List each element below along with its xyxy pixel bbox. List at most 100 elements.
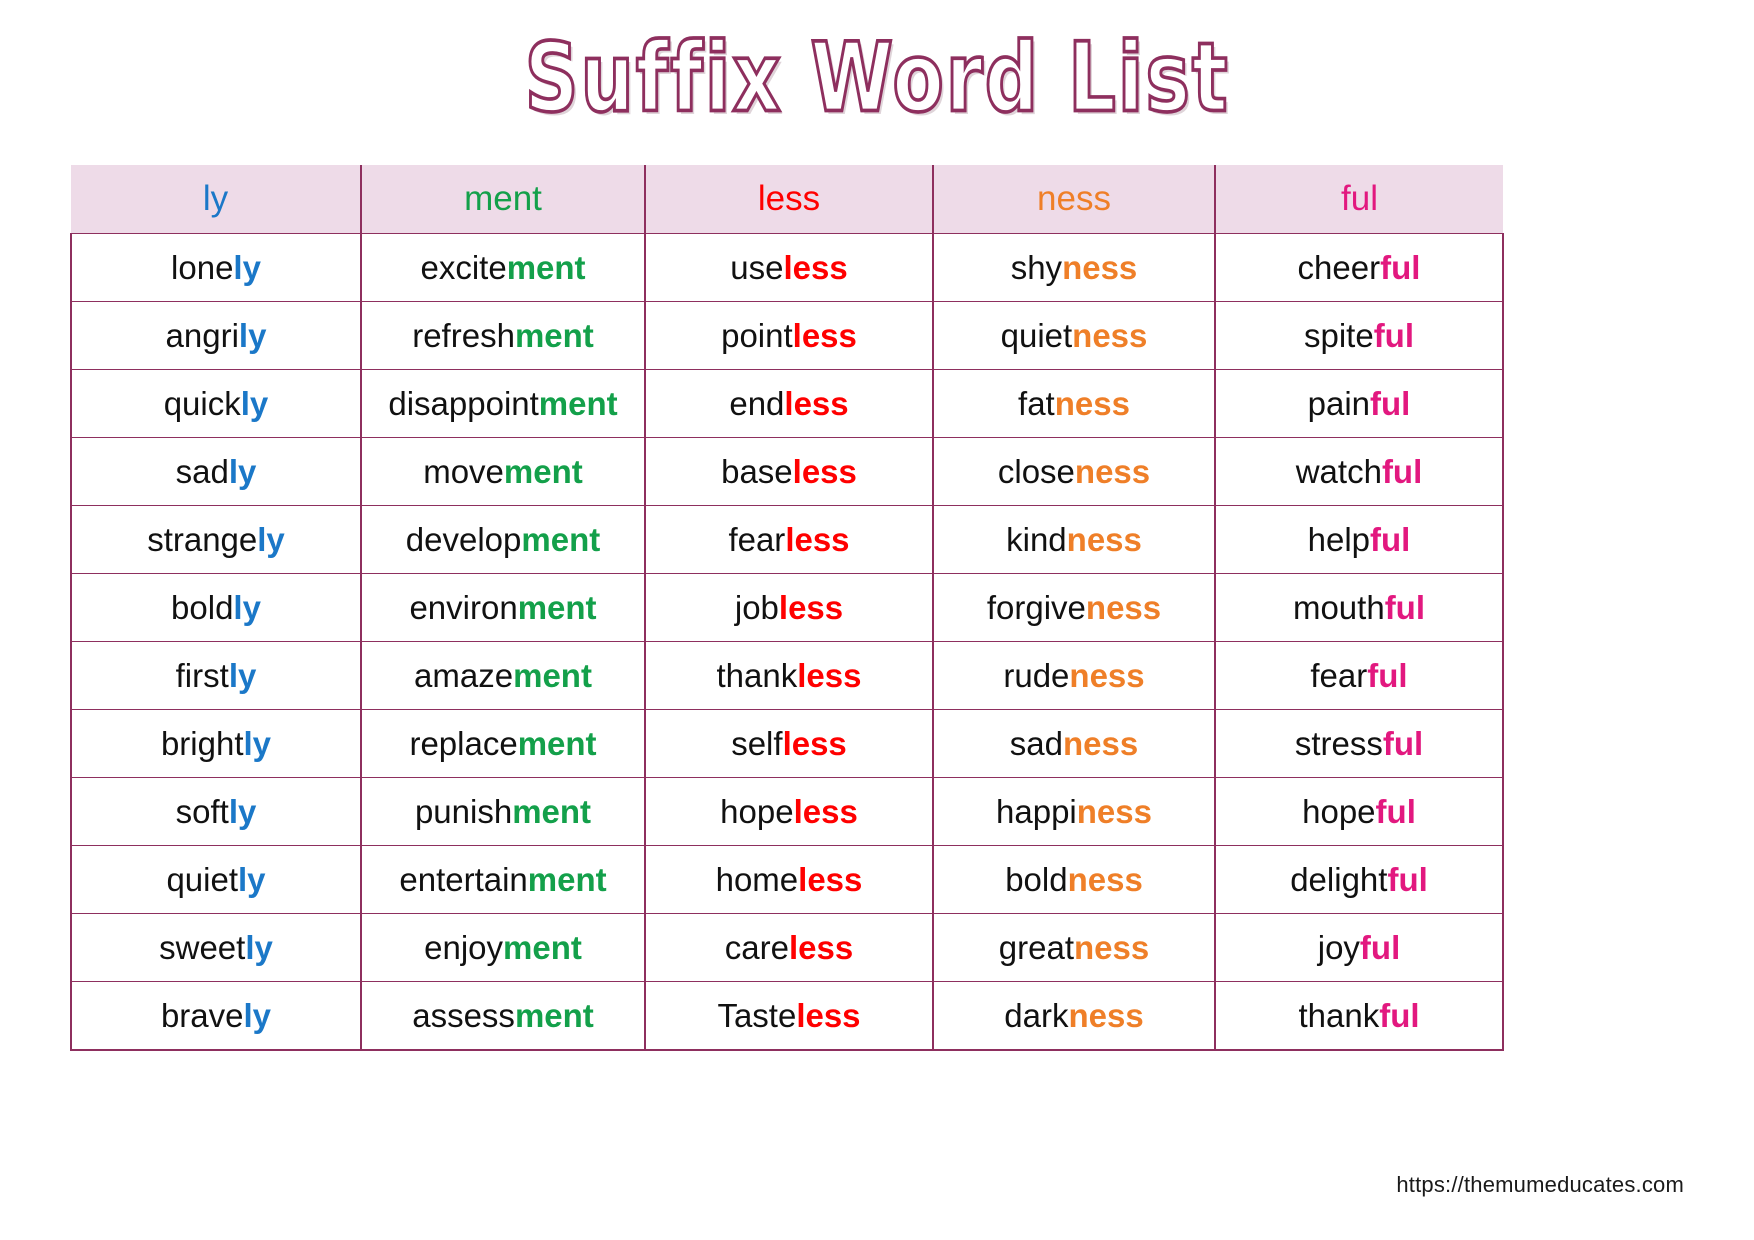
word-cell-ful: watchful: [1214, 437, 1504, 506]
word-suffix: ly: [243, 996, 272, 1034]
word-cell-ment: entertainment: [360, 845, 645, 914]
word-root: watch: [1295, 452, 1382, 490]
word-cell-ful: hopeful: [1214, 777, 1504, 846]
word-suffix: less: [792, 452, 857, 490]
word-root: spite: [1303, 316, 1374, 354]
word-suffix: ment: [521, 520, 601, 558]
word-suffix: ful: [1384, 588, 1426, 626]
word-cell-less: fearless: [644, 505, 933, 574]
word-suffix: ness: [1068, 996, 1144, 1034]
word-suffix: ly: [228, 656, 257, 694]
word-root: forgive: [986, 588, 1086, 626]
word-cell-ly: lonely: [70, 233, 361, 302]
word-suffix: ness: [1054, 384, 1130, 422]
word-root: cheer: [1297, 248, 1381, 286]
word-cell-ment: amazement: [360, 641, 645, 710]
word-root: lone: [171, 248, 234, 286]
word-suffix: ly: [228, 452, 257, 490]
column-header-less: less: [644, 165, 933, 234]
table-row: bravely assessment Tasteless darkness thankf…: [70, 981, 1504, 1051]
word-root: home: [715, 860, 799, 898]
word-root: bold: [171, 588, 234, 626]
word-cell-ness: closeness: [932, 437, 1215, 506]
word-root: mouth: [1292, 588, 1385, 626]
word-suffix: ment: [514, 316, 594, 354]
word-suffix: less: [778, 588, 844, 626]
column-header-ly: ly: [71, 165, 361, 234]
column-header-label: less: [757, 179, 821, 218]
word-root: fear: [728, 520, 786, 558]
word-cell-ly: sweetly: [70, 913, 361, 982]
word-root: soft: [175, 792, 229, 830]
word-cell-ment: disappointment: [360, 369, 645, 438]
table-row: boldly environment jobless forgiveness mouth…: [70, 573, 1504, 642]
word-cell-ment: development: [360, 505, 645, 574]
word-suffix: ness: [1062, 248, 1138, 286]
word-suffix: ness: [1074, 928, 1150, 966]
word-root: entertain: [399, 860, 528, 898]
word-suffix: ful: [1370, 520, 1411, 558]
word-root: replace: [409, 724, 518, 762]
column-header-ness: ness: [932, 165, 1215, 234]
word-root: shy: [1010, 248, 1063, 286]
word-suffix: less: [782, 724, 847, 762]
suffix-table-container: ly ment less ness ful lonely excitement useles…: [70, 165, 1504, 1051]
word-cell-ness: fatness: [932, 369, 1215, 438]
word-root: self: [731, 724, 783, 762]
worksheet-page: Suffix Word List ly ment less ness ful lonel…: [0, 0, 1754, 1240]
page-title-container: Suffix Word List: [0, 0, 1754, 135]
word-root: first: [175, 656, 229, 694]
word-suffix: ness: [1076, 792, 1152, 830]
column-header-label: ly: [202, 179, 229, 218]
word-suffix: less: [784, 384, 849, 422]
word-cell-ful: joyful: [1214, 913, 1504, 982]
word-cell-ness: forgiveness: [932, 573, 1215, 642]
word-cell-ment: refreshment: [360, 301, 645, 370]
word-root: quiet: [166, 860, 239, 898]
word-cell-ment: punishment: [360, 777, 645, 846]
word-cell-ness: greatness: [932, 913, 1215, 982]
source-url: https://themumeducates.com: [1396, 1172, 1684, 1197]
word-suffix: ness: [1063, 724, 1139, 762]
word-root: help: [1307, 520, 1371, 558]
word-root: kind: [1006, 520, 1067, 558]
word-cell-ly: brightly: [70, 709, 361, 778]
word-cell-ful: cheerful: [1214, 233, 1504, 302]
word-cell-ness: boldness: [932, 845, 1215, 914]
word-root: happi: [996, 792, 1077, 830]
word-suffix: ment: [506, 248, 586, 286]
word-root: assess: [412, 996, 515, 1034]
word-root: job: [734, 588, 779, 626]
word-suffix: ly: [243, 724, 272, 762]
word-root: environ: [409, 588, 518, 626]
word-cell-less: useless: [644, 233, 933, 302]
word-suffix: ness: [1072, 316, 1148, 354]
word-cell-ness: quietness: [932, 301, 1215, 370]
word-root: excite: [420, 248, 507, 286]
word-suffix: ful: [1380, 248, 1421, 286]
column-header-label: ful: [1341, 179, 1378, 218]
word-root: great: [998, 928, 1074, 966]
word-suffix: ness: [1067, 860, 1143, 898]
word-suffix: ment: [514, 996, 594, 1034]
word-suffix: less: [785, 520, 850, 558]
table-header: ly ment less ness ful: [71, 165, 1503, 234]
word-suffix: ly: [228, 792, 257, 830]
word-suffix: ful: [1370, 384, 1411, 422]
word-root: brave: [160, 996, 244, 1034]
column-header-ment: ment: [360, 165, 645, 234]
word-suffix: ness: [1074, 452, 1151, 490]
word-root: enjoy: [424, 928, 504, 966]
word-cell-less: homeless: [644, 845, 933, 914]
word-root: hope: [1302, 792, 1376, 830]
word-root: move: [423, 452, 504, 490]
word-cell-ness: kindness: [932, 505, 1215, 574]
word-cell-ful: thankful: [1214, 981, 1504, 1051]
suffix-word-table: ly ment less ness ful lonely excitement useles…: [70, 165, 1504, 1051]
word-suffix: ly: [245, 928, 273, 966]
word-cell-ness: happiness: [932, 777, 1215, 846]
word-suffix: ly: [233, 248, 261, 286]
word-suffix: ly: [240, 384, 269, 422]
word-root: thank: [716, 656, 798, 694]
word-suffix: ment: [538, 384, 618, 422]
